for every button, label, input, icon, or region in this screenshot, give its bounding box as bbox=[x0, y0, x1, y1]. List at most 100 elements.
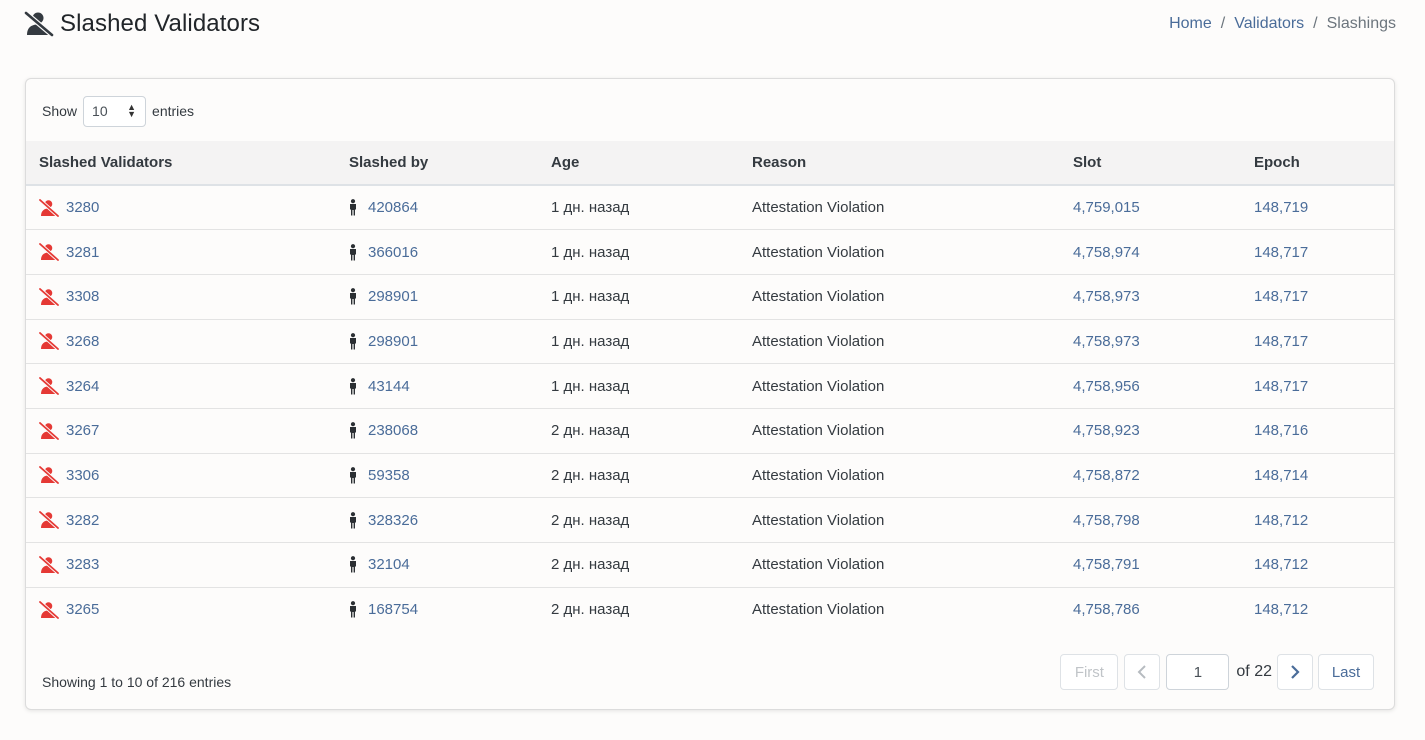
cell-epoch: 148,717 bbox=[1241, 274, 1394, 320]
cell-reason: Attestation Violation bbox=[739, 408, 1060, 454]
column-header-slashed-by[interactable]: Slashed by bbox=[336, 141, 538, 186]
chevron-right-icon bbox=[1291, 665, 1300, 679]
cell-age: 1 дн. назад bbox=[538, 229, 739, 275]
slot-link[interactable]: 4,758,786 bbox=[1073, 601, 1140, 618]
column-header-reason[interactable]: Reason bbox=[739, 141, 1060, 186]
person-icon bbox=[349, 511, 359, 529]
slasher-link[interactable]: 328326 bbox=[368, 512, 418, 529]
cell-slashed-by: 420864 bbox=[336, 185, 538, 231]
cell-slashed-validator: 3306 bbox=[26, 453, 336, 499]
cell-reason: Attestation Violation bbox=[739, 229, 1060, 275]
cell-age: 1 дн. назад bbox=[538, 319, 739, 365]
breadcrumb: Home / Validators / Slashings bbox=[1169, 15, 1396, 33]
slasher-link[interactable]: 168754 bbox=[368, 601, 418, 618]
next-page-button[interactable] bbox=[1277, 654, 1313, 690]
cell-epoch: 148,714 bbox=[1241, 453, 1394, 499]
epoch-link[interactable]: 148,717 bbox=[1254, 288, 1308, 305]
table-header-row: Slashed Validators Slashed by Age Reason… bbox=[26, 141, 1394, 186]
person-icon bbox=[349, 601, 359, 618]
validator-link[interactable]: 3265 bbox=[66, 601, 99, 618]
cell-reason: Attestation Violation bbox=[739, 453, 1060, 499]
slasher-link[interactable]: 366016 bbox=[368, 244, 418, 261]
slasher-link[interactable]: 59358 bbox=[368, 467, 410, 484]
last-page-button[interactable]: Last bbox=[1318, 654, 1374, 690]
person-icon bbox=[349, 377, 359, 395]
slot-link[interactable]: 4,758,973 bbox=[1073, 288, 1140, 305]
epoch-link[interactable]: 148,716 bbox=[1254, 422, 1308, 439]
cell-epoch: 148,717 bbox=[1241, 229, 1394, 275]
previous-page-button[interactable] bbox=[1124, 654, 1161, 690]
slasher-link[interactable]: 43144 bbox=[368, 378, 410, 395]
breadcrumb-separator: / bbox=[1313, 15, 1318, 32]
slot-link[interactable]: 4,758,973 bbox=[1073, 333, 1140, 350]
slot-link[interactable]: 4,758,956 bbox=[1073, 378, 1140, 395]
user-slash-icon bbox=[39, 600, 59, 619]
slasher-link[interactable]: 298901 bbox=[368, 288, 418, 305]
person-icon bbox=[349, 333, 359, 350]
slot-link[interactable]: 4,759,015 bbox=[1073, 199, 1140, 216]
validator-link[interactable]: 3264 bbox=[66, 378, 99, 395]
epoch-link[interactable]: 148,717 bbox=[1254, 244, 1308, 261]
breadcrumb-validators[interactable]: Validators bbox=[1234, 15, 1304, 33]
entries-per-page-value: 10 bbox=[92, 103, 108, 119]
epoch-link[interactable]: 148,712 bbox=[1254, 556, 1308, 573]
cell-slot: 4,758,923 bbox=[1060, 408, 1241, 454]
table-row: 3308 298901 1 дн. назад Attestation Violati… bbox=[26, 274, 1394, 320]
slot-link[interactable]: 4,758,798 bbox=[1073, 512, 1140, 529]
entries-length-control: Show 10 ▲ ▼ entries bbox=[42, 95, 194, 127]
epoch-link[interactable]: 148,717 bbox=[1254, 378, 1308, 395]
epoch-link[interactable]: 148,712 bbox=[1254, 512, 1308, 529]
cell-slashed-validator: 3267 bbox=[26, 408, 336, 454]
entries-label: entries bbox=[152, 103, 195, 119]
column-header-age[interactable]: Age bbox=[538, 141, 739, 186]
entries-per-page-select[interactable]: 10 ▲ ▼ bbox=[83, 95, 147, 127]
cell-epoch: 148,716 bbox=[1241, 408, 1394, 454]
cell-slashed-validator: 3265 bbox=[26, 587, 336, 632]
cell-slashed-by: 298901 bbox=[336, 274, 538, 320]
first-page-button[interactable]: First bbox=[1060, 654, 1119, 690]
cell-slashed-validator: 3280 bbox=[26, 185, 336, 231]
validator-link[interactable]: 3267 bbox=[66, 422, 99, 439]
validator-link[interactable]: 3282 bbox=[66, 512, 99, 529]
table-row: 3264 43144 1 дн. назад Attestation Violatio… bbox=[26, 363, 1394, 409]
slasher-link[interactable]: 32104 bbox=[368, 556, 410, 573]
cell-slashed-by: 328326 bbox=[336, 497, 538, 543]
cell-slot: 4,758,973 bbox=[1060, 274, 1241, 320]
page-title: Slashed Validators bbox=[60, 10, 261, 37]
validator-link[interactable]: 3306 bbox=[66, 467, 99, 484]
cell-slashed-validator: 3264 bbox=[26, 363, 336, 409]
cell-age: 1 дн. назад bbox=[538, 274, 739, 320]
person-icon bbox=[349, 288, 359, 305]
column-header-epoch[interactable]: Epoch bbox=[1241, 141, 1394, 186]
validator-link[interactable]: 3281 bbox=[66, 244, 99, 261]
slasher-link[interactable]: 298901 bbox=[368, 333, 418, 350]
epoch-link[interactable]: 148,714 bbox=[1254, 467, 1308, 484]
validator-link[interactable]: 3268 bbox=[66, 333, 99, 350]
user-slash-icon bbox=[39, 287, 59, 306]
epoch-link[interactable]: 148,717 bbox=[1254, 333, 1308, 350]
epoch-link[interactable]: 148,712 bbox=[1254, 601, 1308, 618]
slasher-link[interactable]: 420864 bbox=[368, 199, 418, 216]
breadcrumb-home[interactable]: Home bbox=[1169, 15, 1212, 33]
validator-link[interactable]: 3283 bbox=[66, 556, 99, 573]
slot-link[interactable]: 4,758,974 bbox=[1073, 244, 1140, 261]
slasher-link[interactable]: 238068 bbox=[368, 422, 418, 439]
chevron-left-icon bbox=[1137, 665, 1147, 679]
user-slash-icon bbox=[24, 10, 54, 38]
person-icon bbox=[349, 422, 359, 439]
cell-slashed-validator: 3281 bbox=[26, 229, 336, 275]
validator-link[interactable]: 3280 bbox=[66, 199, 99, 216]
column-header-slashed-validators[interactable]: Slashed Validators bbox=[26, 141, 336, 186]
sort-arrows-icon: ▲ ▼ bbox=[127, 102, 137, 119]
slot-link[interactable]: 4,758,923 bbox=[1073, 422, 1140, 439]
table-row: 3268 298901 1 дн. назад Attestation Violati… bbox=[26, 319, 1394, 365]
cell-reason: Attestation Violation bbox=[739, 497, 1060, 543]
column-header-slot[interactable]: Slot bbox=[1060, 141, 1241, 186]
validator-link[interactable]: 3308 bbox=[66, 288, 99, 305]
page-number-input[interactable]: 1 bbox=[1166, 654, 1230, 690]
slot-link[interactable]: 4,758,872 bbox=[1073, 467, 1140, 484]
cell-slot: 4,758,973 bbox=[1060, 319, 1241, 365]
table-row: 3306 59358 2 дн. назад Attestation Violatio… bbox=[26, 453, 1394, 499]
slot-link[interactable]: 4,758,791 bbox=[1073, 556, 1140, 573]
epoch-link[interactable]: 148,719 bbox=[1254, 199, 1308, 216]
